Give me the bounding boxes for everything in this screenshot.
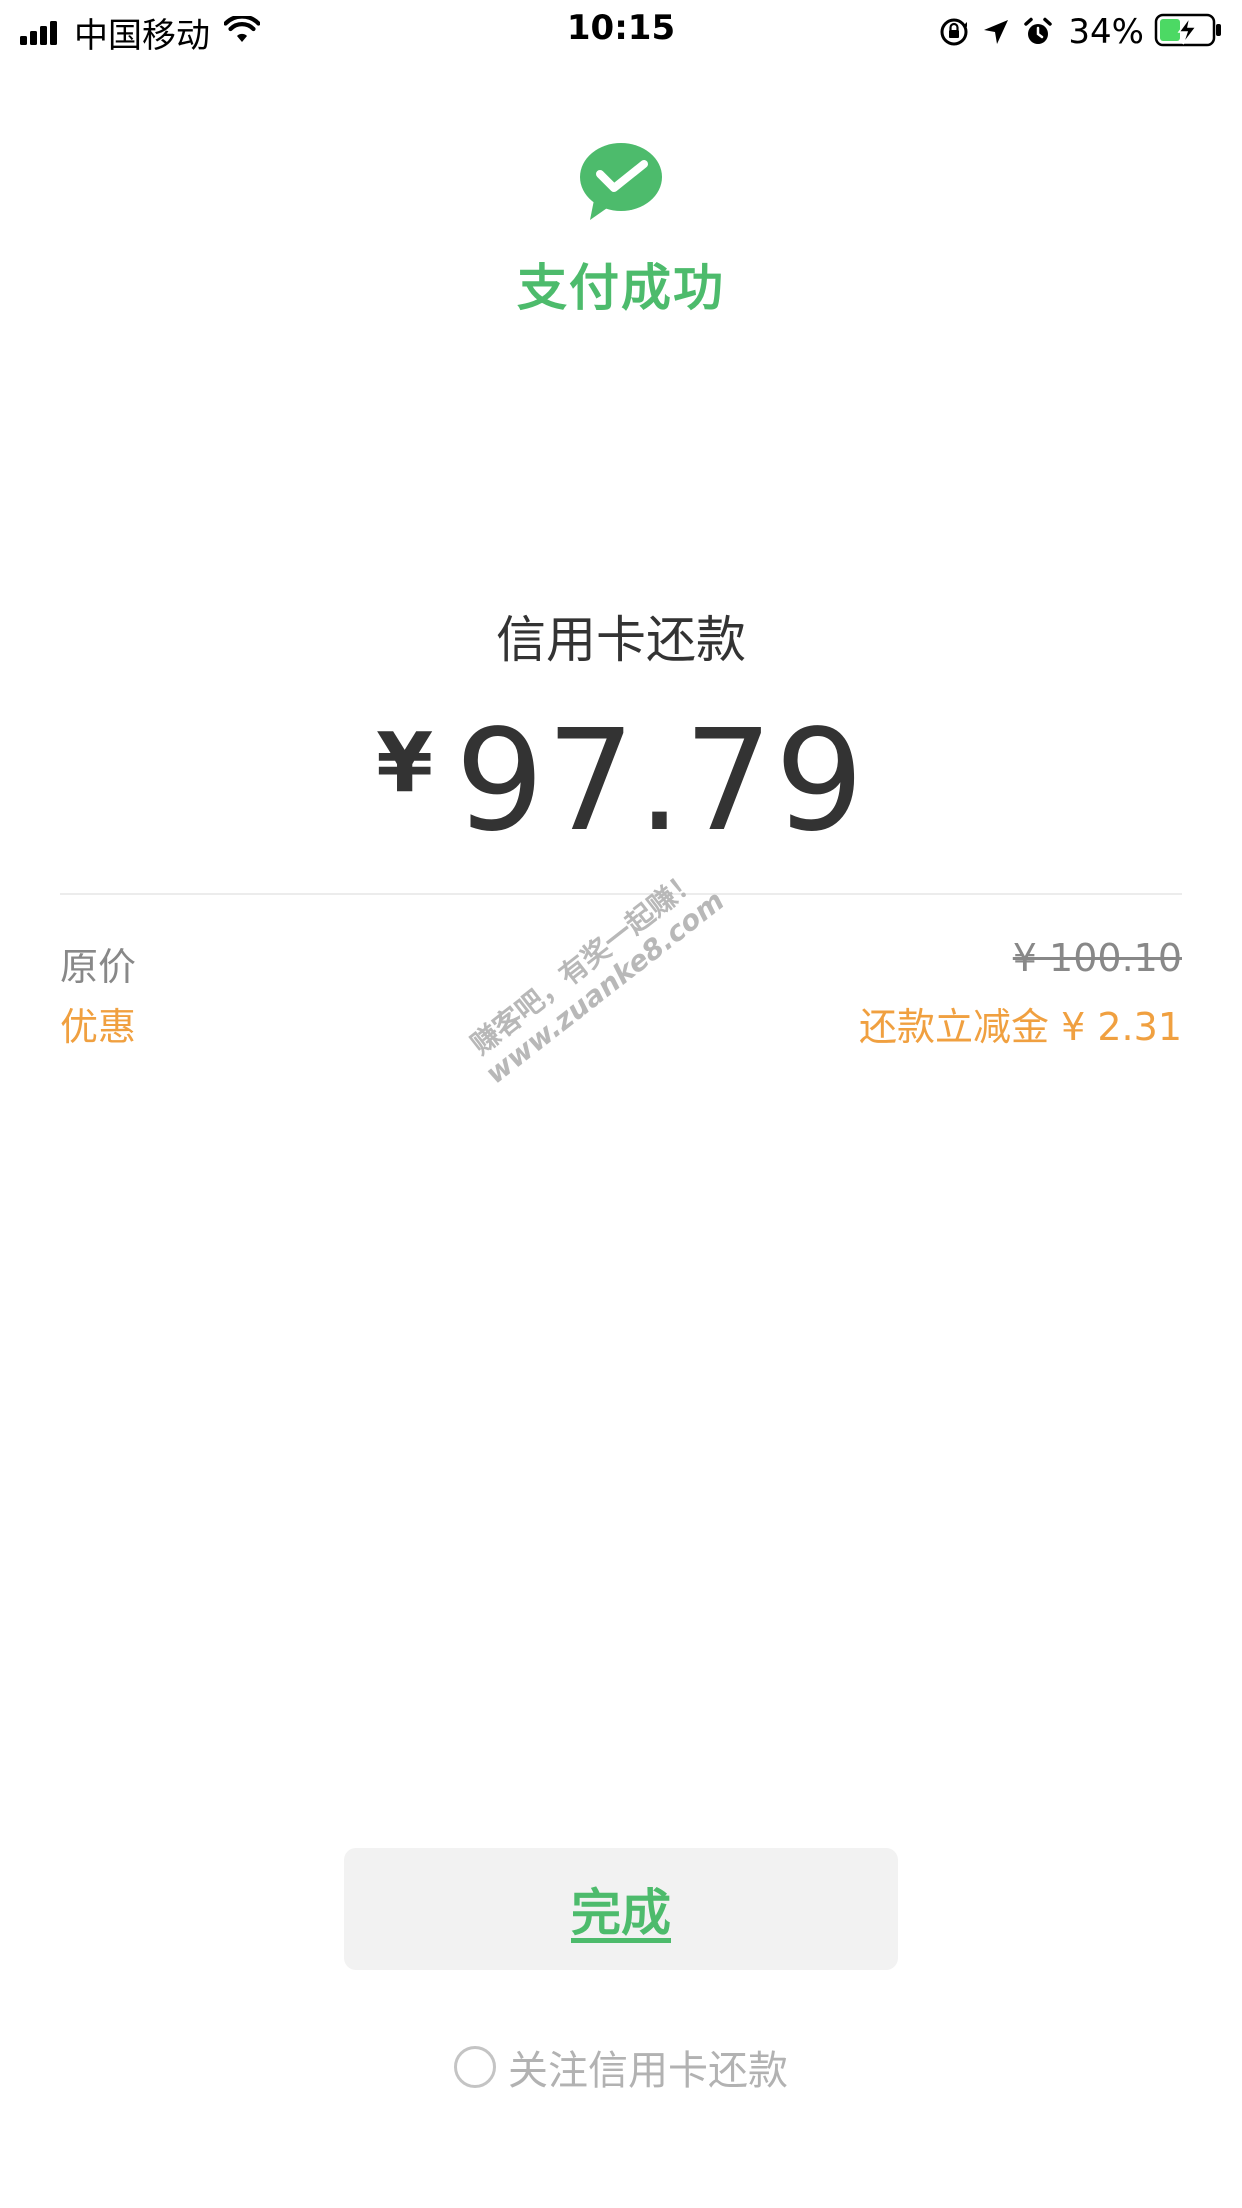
follow-label: 关注信用卡还款 <box>508 2048 788 2094</box>
original-price-label: 原价 <box>60 945 137 989</box>
orientation-lock-icon <box>938 16 970 48</box>
battery-charging-icon <box>1154 13 1224 51</box>
discount-label: 优惠 <box>60 1005 137 1049</box>
battery-percentage: 34% <box>1068 12 1144 52</box>
follow-checkbox-row[interactable]: 关注信用卡还款 <box>0 2038 1242 2096</box>
status-bar-right: 34% <box>926 10 1224 54</box>
payment-amount: ¥97.79 <box>0 700 1242 863</box>
discount-value: 还款立减金 ¥ 2.31 <box>859 1005 1182 1049</box>
follow-radio-button[interactable] <box>454 2046 496 2088</box>
discount-row: 优惠 还款立减金 ¥ 2.31 <box>60 996 1182 1049</box>
watermark-line-2: www.zuanke8.com <box>479 884 731 1091</box>
done-button[interactable]: 完成 <box>344 1848 898 1970</box>
location-arrow-icon <box>982 18 1010 46</box>
merchant-name: 信用卡还款 <box>496 611 746 669</box>
currency-symbol: ¥ <box>376 716 434 811</box>
status-bar: 中国移动 10:15 34% <box>0 0 1242 64</box>
alarm-icon <box>1022 16 1054 48</box>
original-price-value: ¥ 100.10 <box>1012 936 1182 980</box>
amount-value: 97.79 <box>455 700 866 863</box>
payment-success-title: 支付成功 <box>517 259 725 317</box>
wechat-pay-check-icon <box>578 140 664 222</box>
divider <box>60 893 1182 895</box>
